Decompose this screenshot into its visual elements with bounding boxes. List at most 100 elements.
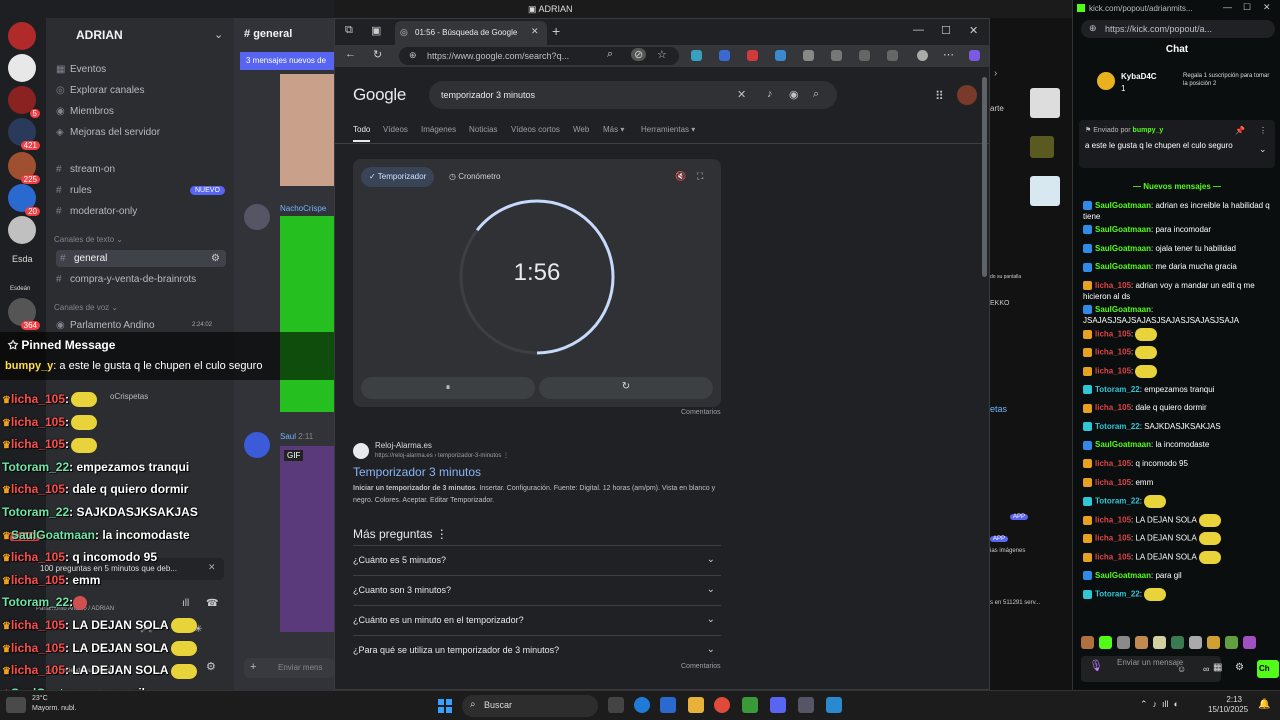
profile-icon[interactable]: [917, 50, 928, 61]
extension-icon[interactable]: [747, 50, 758, 61]
mic-icon[interactable]: ♪: [767, 88, 773, 100]
chat-username[interactable]: licha_105: [1095, 534, 1131, 543]
sparkle-icon[interactable]: ✳: [194, 624, 202, 635]
guild-icon[interactable]: 225: [8, 152, 40, 184]
back-icon[interactable]: ←: [345, 48, 356, 60]
close-window-icon[interactable]: ✕: [1263, 2, 1271, 13]
feedback-link[interactable]: Comentarios: [681, 663, 721, 670]
tab-todo[interactable]: Todo: [353, 125, 371, 142]
zoom-icon[interactable]: ⌕: [607, 48, 613, 61]
emote-icon[interactable]: [1135, 636, 1148, 649]
gear-icon[interactable]: ⚙: [211, 253, 220, 264]
controller-icon[interactable]: 🎮: [140, 624, 152, 635]
reset-button[interactable]: ↻: [539, 377, 713, 399]
chat-username[interactable]: SaulGoatmaan: [1095, 440, 1151, 449]
extension-icon[interactable]: [719, 50, 730, 61]
guild-label[interactable]: Esda: [12, 254, 33, 264]
maximize-icon[interactable]: ☐: [1243, 2, 1251, 13]
chevron-down-icon[interactable]: ⌄: [214, 28, 223, 41]
favorites-icon[interactable]: [859, 50, 870, 61]
chat-username[interactable]: licha_105: [1095, 367, 1131, 376]
tab-noticias[interactable]: Noticias: [469, 125, 497, 134]
chat-username[interactable]: licha_105: [1095, 478, 1131, 487]
chat-username[interactable]: licha_105: [1095, 403, 1131, 412]
search-input[interactable]: temporizador 3 minutos ✕ ♪ ◉ ⌕: [429, 81, 837, 109]
emote-icon[interactable]: [1081, 636, 1094, 649]
chevron-right-icon[interactable]: ›: [994, 68, 1012, 79]
category-text-channels[interactable]: Canales de texto ⌄: [54, 235, 123, 244]
tab-google-search[interactable]: ◎ 01:56 - Búsqueda de Google: [395, 21, 547, 45]
guild-icon[interactable]: [8, 54, 36, 82]
tab-imagenes[interactable]: Imágenes: [421, 125, 456, 134]
chat-username[interactable]: SaulGoatmaan: [1095, 571, 1151, 580]
sidebar-item-mejoras[interactable]: ◈ Mejoras del servidor: [56, 127, 160, 138]
app-icon[interactable]: [742, 697, 758, 713]
message-author[interactable]: NachoCrispe: [280, 204, 326, 213]
menu-icon[interactable]: ⋯: [943, 48, 954, 61]
app-icon[interactable]: [826, 697, 842, 713]
extension-icon[interactable]: [775, 50, 786, 61]
more-icon[interactable]: ⋮: [1259, 126, 1267, 135]
tab-videos-cortos[interactable]: Vídeos cortos: [511, 125, 560, 134]
media-gif[interactable]: [280, 446, 334, 632]
maximize-icon[interactable]: ☐: [941, 24, 951, 37]
guild-icon[interactable]: 5: [8, 86, 40, 118]
bookmark-star-icon[interactable]: ☆: [657, 48, 667, 61]
disconnect-icon[interactable]: ☎: [206, 598, 218, 609]
channel-brainrots[interactable]: # compra-y-venta-de-brainrots: [56, 274, 196, 285]
minimize-icon[interactable]: —: [1223, 2, 1232, 12]
clear-icon[interactable]: ✕: [737, 88, 746, 101]
system-tray[interactable]: ⌃ ♪ ıll ◐: [1140, 699, 1179, 710]
settings-icon[interactable]: [798, 697, 814, 713]
tab-web[interactable]: Web: [573, 125, 589, 134]
edge-icon[interactable]: [634, 697, 650, 713]
fullscreen-icon[interactable]: ⛶: [697, 171, 703, 182]
new-messages-bar[interactable]: 3 mensajes nuevos de: [240, 52, 334, 70]
media-image[interactable]: [280, 74, 334, 186]
guild-icon[interactable]: 364: [8, 298, 40, 330]
sub-leaderboard[interactable]: KybaD4C 1 Regala 1 suscripción para toma…: [1083, 70, 1273, 100]
send-button[interactable]: Ch: [1257, 660, 1279, 678]
channel-rules[interactable]: # rules: [56, 185, 92, 196]
chat-username[interactable]: SaulGoatmaan: [1095, 201, 1151, 210]
emote-icon[interactable]: [1189, 636, 1202, 649]
emote-icon[interactable]: [1207, 636, 1220, 649]
chat-username[interactable]: SaulGoatmaan: [1095, 305, 1151, 314]
taskbar-search[interactable]: ⌕ Buscar: [462, 695, 598, 717]
emoji-icon[interactable]: ☺: [1177, 664, 1186, 674]
emote-icon[interactable]: [1099, 636, 1112, 649]
chevron-down-icon[interactable]: ⌄: [1259, 144, 1267, 155]
avatar[interactable]: [244, 432, 270, 458]
sidebar-item-explorar[interactable]: ◎ Explorar canales: [56, 85, 144, 96]
guild-icon[interactable]: 421: [8, 118, 40, 150]
message-author[interactable]: Saul 2:11: [280, 432, 313, 441]
close-icon[interactable]: ✕: [208, 562, 216, 573]
guild-icon[interactable]: 20: [8, 184, 40, 216]
tab-videos[interactable]: Vídeos: [383, 125, 408, 134]
address-bar[interactable]: ⊕ https://kick.com/popout/a...: [1081, 20, 1275, 38]
voice-activity-card[interactable]: 100 preguntas en 5 minutos que deb...: [10, 558, 224, 580]
message-composer[interactable]: + Enviar mens: [244, 658, 334, 678]
search-icon[interactable]: ⌕: [813, 88, 819, 101]
site-info-icon[interactable]: ⊕: [409, 50, 417, 61]
chat-username[interactable]: licha_105: [1095, 329, 1131, 338]
sidebar-item-miembros[interactable]: ◉ Miembros: [56, 106, 114, 117]
chat-username[interactable]: SaulGoatmaan: [1095, 244, 1151, 253]
discord-icon[interactable]: [770, 697, 786, 713]
emote-icon[interactable]: [1153, 636, 1166, 649]
new-tab-icon[interactable]: +: [552, 23, 560, 39]
scrollbar[interactable]: [982, 77, 987, 277]
notification-bell-icon[interactable]: 🔔: [1258, 699, 1270, 710]
voice-channel[interactable]: ◉ Parlamento Andino: [56, 320, 155, 331]
minimize-icon[interactable]: —: [913, 24, 924, 36]
close-tab-icon[interactable]: ✕: [531, 26, 539, 37]
thumbnail-image[interactable]: [1030, 88, 1060, 118]
store-icon[interactable]: [660, 697, 676, 713]
workspaces-icon[interactable]: ⧉: [345, 24, 353, 37]
chrome-icon[interactable]: [714, 697, 730, 713]
question-row[interactable]: ¿Para qué se utiliza un temporizador de …: [353, 635, 721, 665]
explorer-icon[interactable]: [688, 697, 704, 713]
chat-username[interactable]: SaulGoatmaan: [1095, 225, 1151, 234]
server-name[interactable]: ADRIAN: [76, 28, 123, 42]
emote-icon[interactable]: [1243, 636, 1256, 649]
